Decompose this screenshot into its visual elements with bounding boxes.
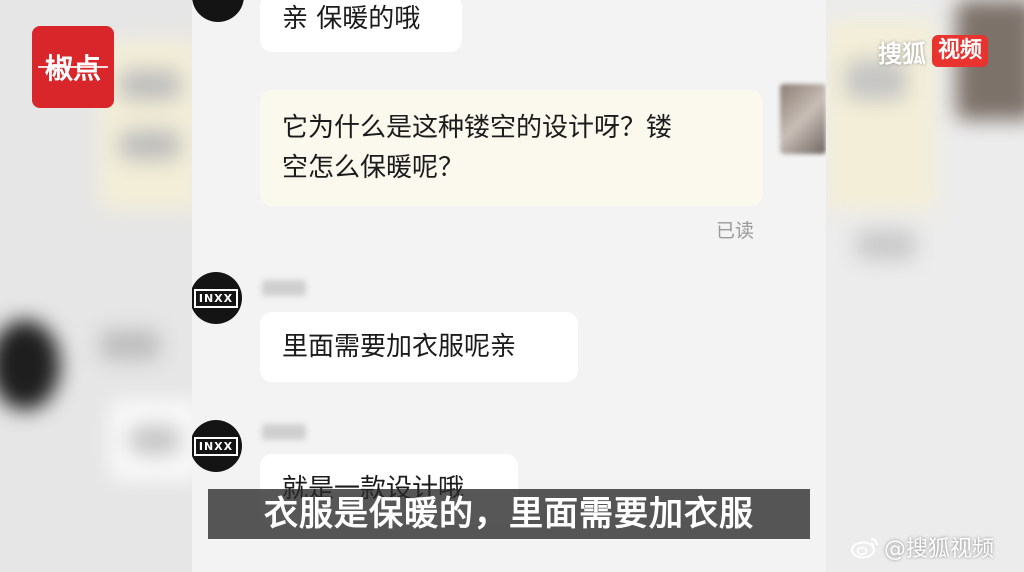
avatar-label: INXX	[193, 436, 239, 456]
sender-name-blurred	[262, 424, 306, 440]
message-text-line-1: 它为什么是这种镂空的设计呀？镂	[282, 113, 673, 143]
message-bubble-shop: 里面需要加衣服呢亲	[260, 312, 578, 382]
shop-avatar	[192, 0, 244, 22]
avatar-label: INXX	[193, 288, 239, 308]
sohu-video-watermark: 搜狐 视频	[878, 34, 989, 68]
blurred-background-right	[826, 0, 1024, 572]
weibo-watermark: @搜狐视频	[850, 532, 994, 562]
message-text: 里面需要加衣服呢亲	[282, 332, 517, 362]
read-status: 已读	[716, 220, 755, 242]
shop-avatar: INXX	[192, 420, 242, 472]
jiaodian-logo: 椒点	[32, 26, 114, 108]
message-text: 亲 保暖的哦	[282, 4, 421, 34]
shop-avatar: INXX	[192, 272, 242, 324]
message-bubble-shop: 亲 保暖的哦	[260, 0, 462, 52]
message-bubble-customer: 它为什么是这种镂空的设计呀？镂 空怎么保暖呢？	[260, 90, 763, 206]
customer-avatar	[780, 84, 826, 154]
sender-name-blurred	[262, 280, 306, 296]
message-text-line-2: 空怎么保暖呢？	[282, 153, 465, 183]
chat-screenshot: 亲 保暖的哦 它为什么是这种镂空的设计呀？镂 空怎么保暖呢？ 已读 INXX 里…	[192, 0, 826, 572]
watermark-brand: 搜狐	[878, 39, 926, 68]
watermark-badge: 视频	[932, 35, 989, 67]
weibo-icon	[850, 535, 880, 559]
video-subtitle: 衣服是保暖的，里面需要加衣服	[208, 489, 810, 539]
watermark-text: @搜狐视频	[884, 537, 995, 562]
